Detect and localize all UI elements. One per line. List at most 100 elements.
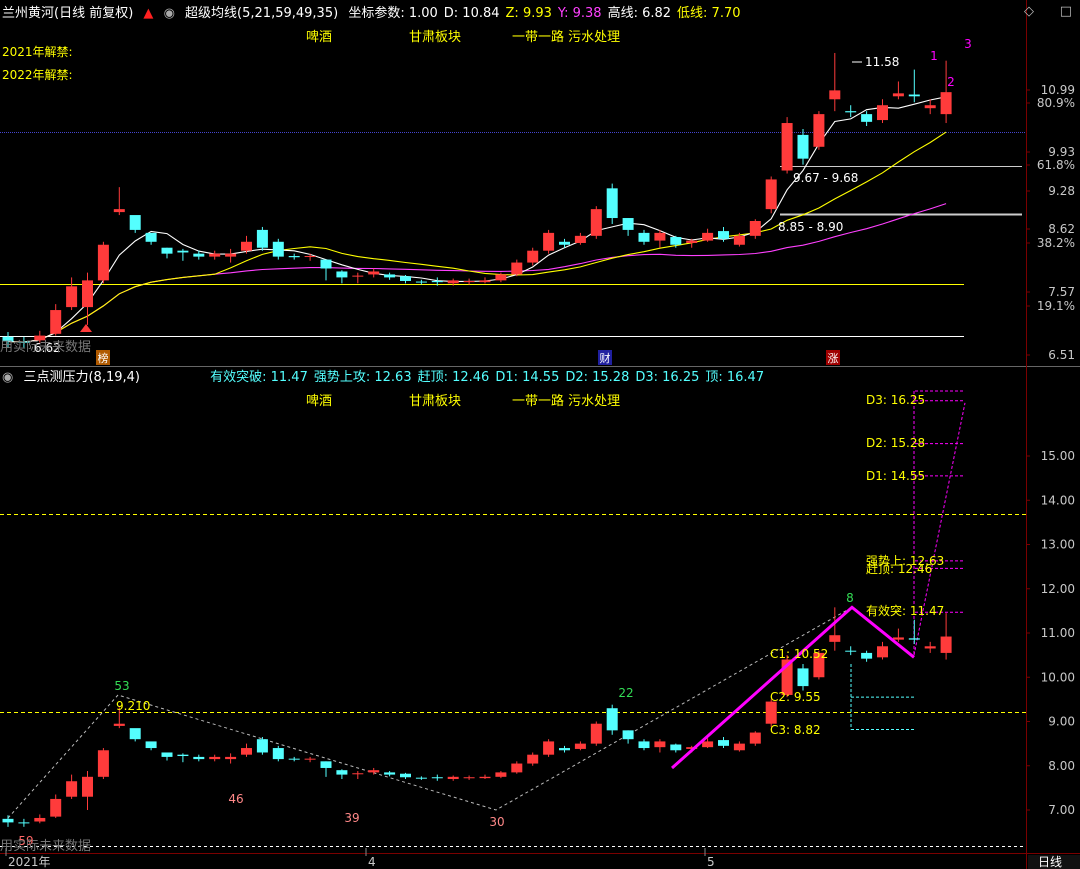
- candle-body: [129, 215, 141, 230]
- indicator-axis-label: 13.00: [1041, 538, 1075, 552]
- candle-body-lower: [877, 646, 888, 658]
- candle-body: [574, 235, 586, 243]
- candle-body-lower: [479, 776, 491, 779]
- candle-body-lower: [431, 777, 443, 779]
- diamond-icon[interactable]: ◇: [1024, 4, 1034, 19]
- param-value: D3: 16.25: [635, 370, 700, 385]
- candle-body: [527, 250, 539, 263]
- indicator-axis-label: 7.00: [1048, 803, 1075, 817]
- candle-body: [304, 256, 316, 258]
- candle-body-lower: [797, 668, 809, 687]
- buy-arrow-icon: [80, 324, 92, 332]
- price-axis-label: 9.93: [1048, 145, 1075, 159]
- stock-title[interactable]: 兰州黄河(日线 前复权): [2, 6, 133, 21]
- wave-mark: 3: [964, 37, 972, 51]
- candle-body: [654, 232, 666, 241]
- level-label: D3: 16.25: [866, 393, 925, 407]
- bar-count-label: 22: [618, 686, 633, 700]
- candle-body: [415, 281, 427, 283]
- maximize-icon[interactable]: □: [1060, 4, 1072, 19]
- candle-body: [495, 274, 507, 281]
- candle-body-lower: [495, 772, 507, 777]
- level-label: D2: 15.28: [866, 436, 925, 450]
- price-axis-label: 9.28: [1048, 184, 1075, 198]
- indicator-axis-label: 11.00: [1041, 626, 1075, 640]
- candle-body-lower: [908, 638, 920, 640]
- bar-count-label: 46: [228, 792, 243, 806]
- event-badge-label: 财: [600, 351, 611, 365]
- bottom-panel-header: ◉ 三点测压力(8,19,4) 有效突破: 11.47 强势上攻: 12.63 赶顶…: [2, 368, 776, 388]
- price-axis-label: 38.2%: [1037, 236, 1075, 250]
- candle-body-lower: [463, 777, 475, 779]
- candle-body: [288, 256, 300, 258]
- indicator-toggle-icon[interactable]: ◉: [2, 370, 13, 385]
- bar-count-label: 53: [114, 679, 129, 693]
- candle-body-lower: [352, 773, 364, 775]
- candle-body-lower: [590, 723, 602, 744]
- candle-body-lower: [97, 750, 109, 777]
- range-label-lower: 8.85 - 8.90: [778, 220, 843, 234]
- candle-body: [543, 232, 555, 251]
- candle-body: [940, 92, 952, 115]
- candle-body: [225, 253, 237, 257]
- candle-body: [177, 250, 189, 253]
- indicator-axis-label: 12.00: [1041, 582, 1075, 596]
- candle-body: [336, 271, 348, 278]
- indicator-name[interactable]: 超级均线(5,21,59,49,35): [185, 6, 338, 21]
- candle-body-lower: [241, 748, 252, 755]
- candle-body-lower: [415, 777, 427, 779]
- bottom-indicator-title[interactable]: 三点测压力(8,19,4): [23, 370, 140, 385]
- param-value: 顶: 16.47: [705, 370, 765, 385]
- chart-canvas[interactable]: 10.9980.9% 9.9361.8% 9.28 8.6238.2% 7.5719.1…: [0, 0, 1080, 869]
- candle-body-lower: [82, 776, 93, 797]
- candle-body-lower: [400, 773, 411, 778]
- price-axis-label: 80.9%: [1037, 96, 1075, 110]
- candle-body: [638, 232, 650, 242]
- candle-body-lower: [718, 740, 729, 746]
- candle-body-lower: [892, 637, 904, 640]
- param-value: 强势上攻: 12.63: [313, 370, 412, 385]
- period-label: 日线: [1038, 855, 1062, 869]
- param-value: 坐标参数: 1.00: [348, 6, 438, 21]
- candle-body: [320, 259, 332, 269]
- candle-body: [384, 274, 396, 278]
- indicator-toggle-icon[interactable]: ◉: [164, 6, 175, 21]
- candle-body: [447, 280, 459, 284]
- candle-body-lower: [177, 754, 189, 757]
- candle-body-lower: [225, 756, 237, 760]
- candle-body: [749, 221, 761, 236]
- candle-body: [82, 280, 93, 308]
- candle-body: [97, 244, 109, 281]
- unlock-note-2022: 2022年解禁:: [2, 68, 73, 82]
- param-value: 高线: 6.82: [607, 6, 672, 21]
- candle-body: [733, 235, 745, 245]
- level-9210-label: 9.210: [116, 699, 150, 713]
- candle-body-lower: [384, 772, 396, 775]
- price-axis-label: 6.51: [1048, 348, 1075, 362]
- candle-body-lower: [66, 781, 78, 797]
- indicator-axis-label: 9.00: [1048, 715, 1075, 729]
- candle-body-lower: [209, 756, 221, 760]
- candle-body: [924, 105, 936, 109]
- candle-body-lower: [543, 741, 555, 755]
- candle-body-lower: [320, 761, 332, 768]
- candle-body: [272, 241, 284, 257]
- window-controls: ◇ □: [1000, 0, 1080, 30]
- candle-body: [559, 241, 570, 245]
- candle-body-lower: [129, 728, 141, 740]
- param-value: D1: 14.55: [495, 370, 560, 385]
- bar-count-label: 8: [846, 591, 854, 605]
- candle-body: [400, 276, 411, 281]
- candle-body-lower: [50, 798, 62, 817]
- candle-body: [145, 232, 157, 242]
- indicator-axis-label: 14.00: [1041, 493, 1075, 507]
- up-arrow-icon: ▲: [143, 6, 154, 21]
- top-panel-header: 兰州黄河(日线 前复权) ▲ ◉ 超级均线(5,21,59,49,35) 坐标参…: [2, 4, 753, 24]
- concept-tag: 甘肃板块: [409, 394, 461, 409]
- candle-body-lower: [749, 732, 761, 744]
- level-label: D1: 14.55: [866, 469, 925, 483]
- candle-body: [686, 240, 698, 243]
- level-label: C2: 9.55: [770, 690, 821, 704]
- candle-body: [209, 253, 221, 257]
- candle-body: [718, 231, 729, 239]
